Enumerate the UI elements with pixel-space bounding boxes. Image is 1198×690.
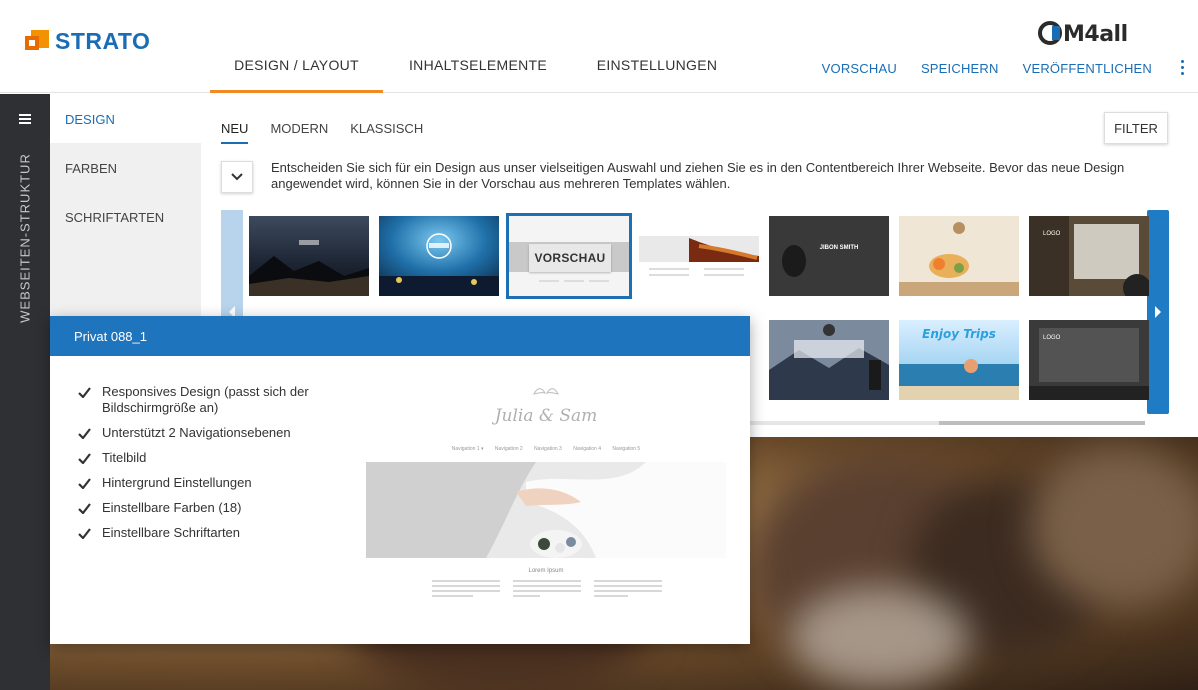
tab-klassisch[interactable]: KLASSISCH [350, 121, 423, 144]
webseiten-struktur-label[interactable]: WEBSEITEN-STRUKTUR [18, 153, 33, 323]
feature-label: Unterstützt 2 Navigationsebenen [102, 425, 291, 440]
logo-text: LOGO [1043, 231, 1061, 237]
tab-modern[interactable]: MODERN [270, 121, 328, 144]
design-thumbnail[interactable]: LOGO [1029, 216, 1149, 296]
design-thumbnail[interactable] [379, 216, 499, 296]
enjoy-trips-text: Enjoy Trips [922, 327, 996, 341]
carousel-next-button[interactable] [1147, 210, 1169, 414]
filter-button[interactable]: FILTER [1104, 112, 1168, 144]
design-details-popup: Privat 088_1 Responsives Design (passt s… [50, 316, 750, 644]
design-thumbnail[interactable] [899, 216, 1019, 296]
header-actions: VORSCHAU SPEICHERN VERÖFFENTLICHEN [798, 59, 1198, 77]
design-thumbnail[interactable]: JIBON SMITH [769, 216, 889, 296]
design-thumbnail[interactable] [639, 216, 759, 296]
feature-item: Einstellbare Farben (18) [78, 500, 338, 516]
preview-text-columns [432, 580, 662, 600]
vorschau-overlay-button[interactable]: VORSCHAU [529, 244, 611, 272]
preview-nav-item: Navigation 4 [573, 446, 602, 452]
chevron-down-icon [231, 173, 243, 181]
feature-label: Titelbild [102, 450, 147, 465]
subnav-item-farben[interactable]: FARBEN [50, 143, 201, 192]
jibon-smith-text: JIBON SMITH [820, 245, 859, 251]
popup-title: Privat 088_1 [50, 316, 750, 356]
preview-heading: Lorem Ipsum [528, 568, 564, 574]
design-filter-tabs: NEU MODERN KLASSISCH [221, 121, 445, 144]
svg-text:M4all: M4all [1063, 22, 1128, 47]
vorschau-link[interactable]: VORSCHAU [822, 61, 897, 76]
feature-item: Titelbild [78, 450, 338, 466]
doves-icon [533, 388, 559, 395]
speichern-link[interactable]: SPEICHERN [921, 61, 999, 76]
design-thumbnail[interactable] [769, 320, 889, 400]
feature-label: Hintergrund Einstellungen [102, 475, 252, 490]
preview-nav-item: Navigation 1 ▾ [451, 446, 484, 452]
design-description: Entscheiden Sie sich für ein Design aus … [271, 160, 1125, 191]
strato-logo-mark-icon [25, 29, 49, 54]
strato-logo[interactable]: STRATO [25, 28, 150, 55]
preview-hero-image [366, 462, 726, 558]
feature-label: Einstellbare Farben (18) [102, 500, 242, 515]
feature-label: Responsives Design (passt sich der Bilds… [102, 384, 309, 415]
strato-logo-text: STRATO [55, 28, 151, 54]
tab-design-layout[interactable]: DESIGN / LAYOUT [210, 0, 383, 93]
checkmark-icon [78, 453, 91, 464]
top-header: STRATO M4all DESIGN / LAYOUT INHALTSELEM… [0, 0, 1198, 93]
feature-item: Unterstützt 2 Navigationsebenen [78, 425, 338, 441]
checkmark-icon [78, 478, 91, 489]
checkmark-icon [78, 387, 91, 398]
preview-nav-item: Navigation 5 [612, 446, 641, 452]
kebab-menu-icon[interactable] [1168, 59, 1198, 77]
logo-text: LOGO [1043, 335, 1061, 341]
checkmark-icon [78, 503, 91, 514]
subnav-item-design[interactable]: DESIGN [50, 94, 201, 143]
preview-nav-item: Navigation 3 [534, 446, 562, 452]
design-thumbnail-selected[interactable]: VORSCHAU [506, 213, 632, 299]
chevron-right-icon [1155, 306, 1161, 318]
feature-item: Einstellbare Schriftarten [78, 525, 338, 541]
tab-inhaltselemente[interactable]: INHALTSELEMENTE [383, 0, 573, 93]
hamburger-icon[interactable] [19, 114, 31, 126]
design-thumbnail[interactable]: Enjoy Trips [899, 320, 1019, 400]
feature-label: Einstellbare Schriftarten [102, 525, 241, 540]
tab-einstellungen[interactable]: EINSTELLUNGEN [573, 0, 741, 93]
design-thumbnail[interactable] [249, 216, 369, 296]
left-rail: WEBSEITEN-STRUKTUR [0, 94, 50, 690]
checkmark-icon [78, 428, 91, 439]
collapse-toggle-button[interactable] [221, 161, 253, 193]
feature-item: Hintergrund Einstellungen [78, 475, 338, 491]
cm4all-logo-icon: M4all [1038, 21, 1128, 47]
preview-navigation: Navigation 1 ▾ Navigation 2 Navigation 3… [366, 446, 726, 452]
tab-neu[interactable]: NEU [221, 121, 249, 144]
preview-nav-item: Navigation 2 [494, 446, 523, 452]
carousel-scrollbar-thumb[interactable] [939, 421, 1145, 425]
template-preview: Julia & Sam Navigation 1 ▾ Navigation 2 … [366, 376, 726, 626]
subnav-item-schriftarten[interactable]: SCHRIFTARTEN [50, 192, 201, 241]
cm4all-logo: M4all [1038, 18, 1170, 54]
feature-list: Responsives Design (passt sich der Bilds… [78, 384, 338, 550]
veroeffentlichen-link[interactable]: VERÖFFENTLICHEN [1023, 61, 1152, 76]
checkmark-icon [78, 528, 91, 539]
feature-item: Responsives Design (passt sich der Bilds… [78, 384, 338, 416]
design-thumbnail[interactable]: LOGO [1029, 320, 1149, 400]
main-tabs: DESIGN / LAYOUT INHALTSELEMENTE EINSTELL… [210, 0, 741, 93]
preview-site-title: Julia & Sam [494, 406, 598, 426]
